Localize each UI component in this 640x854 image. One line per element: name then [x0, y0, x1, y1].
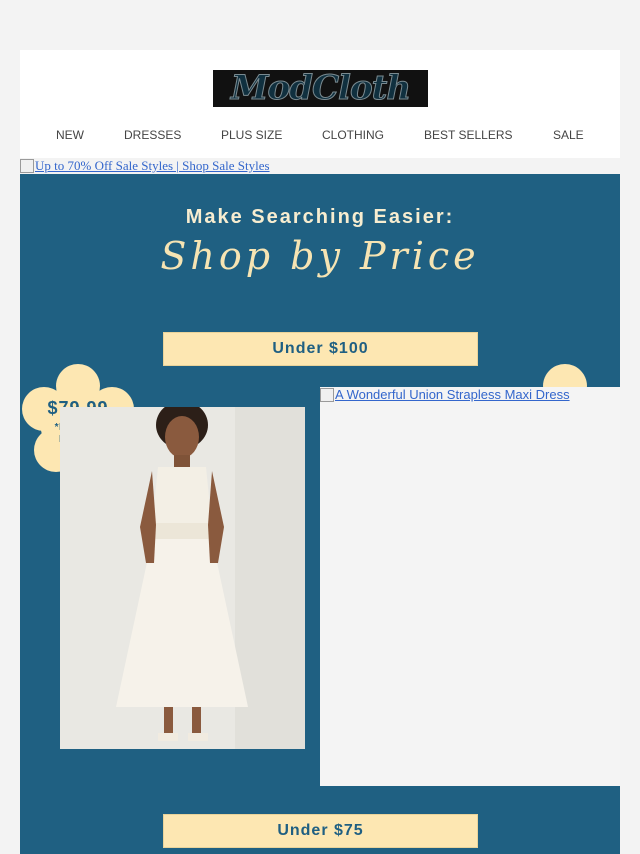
price-tier-under-75-button[interactable]: Under $75: [163, 814, 478, 848]
product-alt-text: A Wonderful Union Strapless Maxi Dress: [335, 387, 570, 402]
sale-banner-link[interactable]: Up to 70% Off Sale Styles | Shop Sale St…: [20, 158, 270, 174]
broken-image-icon: [320, 387, 334, 402]
sale-banner-alt-text: Up to 70% Off Sale Styles | Shop Sale St…: [35, 158, 270, 173]
nav-item-dresses[interactable]: DRESSES: [124, 128, 181, 142]
nav-item-new[interactable]: NEW: [56, 128, 84, 142]
logo-text: ModCloth: [230, 70, 411, 107]
product-photo[interactable]: [60, 407, 305, 749]
nav-item-plus-size[interactable]: PLUS SIZE: [221, 128, 282, 142]
price-tier-under-100-button[interactable]: Under $100: [163, 332, 478, 366]
nav-item-clothing[interactable]: CLOTHING: [322, 128, 384, 142]
main-nav: NEW DRESSES PLUS SIZE CLOTHING BEST SELL…: [20, 128, 620, 142]
product-link-label[interactable]: A Wonderful Union Strapless Maxi Dress: [320, 387, 570, 402]
product-image-link[interactable]: A Wonderful Union Strapless Maxi Dress: [320, 387, 620, 786]
banner-kicker: Make Searching Easier:: [185, 206, 455, 228]
modcloth-logo[interactable]: ModCloth: [213, 70, 428, 107]
nav-item-best-sellers[interactable]: BEST SELLERS: [424, 128, 513, 142]
email-header: ModCloth NEW DRESSES PLUS SIZE CLOTHING …: [20, 50, 620, 158]
banner-headline: Shop by Price: [160, 234, 480, 278]
dress-model-illustration: [60, 407, 305, 749]
shop-by-price-banner: Make Searching Easier: Shop by Price Und…: [20, 174, 620, 854]
nav-item-sale[interactable]: SALE: [553, 128, 584, 142]
broken-image-icon: [20, 159, 34, 173]
